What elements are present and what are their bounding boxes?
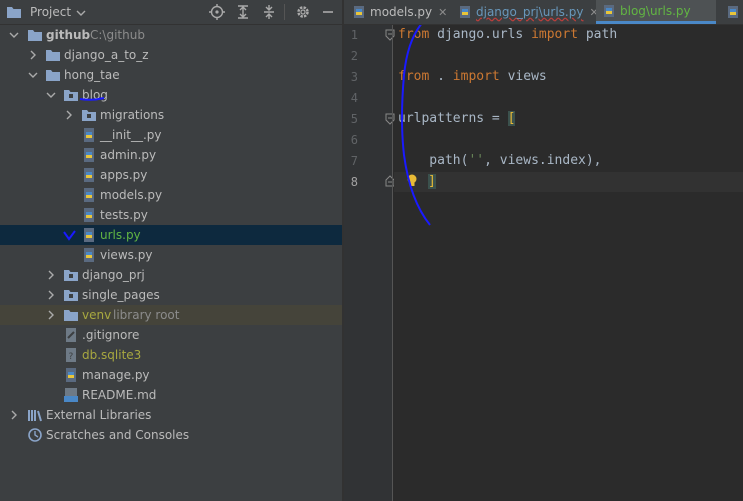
python-file-icon <box>66 368 76 382</box>
tree-item-label: manage.py <box>82 368 150 382</box>
python-file-icon <box>604 4 614 17</box>
close-icon[interactable]: ✕ <box>438 6 447 19</box>
editor-tab-bar: models.py ✕ django_prj\urls.py ✕ blog\ur… <box>344 0 743 25</box>
chevron-right-icon[interactable] <box>46 310 56 320</box>
line-number: 6 <box>350 133 358 147</box>
tree-item-label: .gitignore <box>82 328 140 342</box>
tree-item-scratches-and-consoles[interactable]: Scratches and Consoles <box>0 425 342 445</box>
package-folder-icon <box>64 270 78 281</box>
tab-label: django_prj\urls.py <box>476 5 584 19</box>
handwritten-annotation <box>63 97 105 241</box>
unknown-file-icon: ? <box>66 348 76 362</box>
library-icon <box>28 410 42 422</box>
tree-item-manage-py[interactable]: manage.py <box>0 365 342 385</box>
project-panel: Project github C:\github django_a_to_z h… <box>0 0 342 501</box>
tree-item-label: External Libraries <box>46 408 152 422</box>
python-file-icon <box>354 6 364 18</box>
keyword: import <box>452 69 500 84</box>
svg-text:?: ? <box>69 352 74 362</box>
scratches-icon <box>28 428 42 442</box>
line-number: 1 <box>350 28 358 42</box>
line-number: 3 <box>350 70 358 84</box>
tab-label: blog\urls.py <box>620 3 691 18</box>
keyword: import <box>531 27 579 42</box>
line-number: 2 <box>350 49 358 63</box>
chevron-right-icon[interactable] <box>46 270 56 280</box>
tree-item-readme-md[interactable]: README.md <box>0 385 342 405</box>
ignore-file-icon <box>66 328 76 342</box>
tree-item-external-libraries[interactable]: External Libraries <box>0 405 342 425</box>
tab-label: models.py <box>370 5 433 19</box>
tree-item-venv[interactable]: venv library root <box>0 305 342 325</box>
tree-item-label: venv <box>82 308 112 322</box>
bracket: [ <box>507 111 516 126</box>
gutter-separator <box>392 25 393 501</box>
tree-item-django-prj[interactable]: django_prj <box>0 265 342 285</box>
library-root-hint: library root <box>113 308 180 322</box>
tab-models-py[interactable]: models.py ✕ <box>352 0 447 24</box>
tree-item-label: Scratches and Consoles <box>46 428 190 442</box>
python-file-icon <box>460 6 470 18</box>
chevron-right-icon[interactable] <box>46 290 56 300</box>
call-rest: , views.index), <box>484 153 602 168</box>
folder-icon <box>64 310 78 321</box>
line-number: 5 <box>350 112 358 126</box>
line-number: 7 <box>350 154 358 168</box>
line-number: 8 <box>350 175 358 189</box>
editor-pane: models.py ✕ django_prj\urls.py ✕ blog\ur… <box>344 0 743 501</box>
line-number-gutter: 1 2 3 4 5 6 7 8 <box>344 25 395 501</box>
tree-item-label: django_prj <box>82 268 145 282</box>
tab-django-prj-urls-py[interactable]: django_prj\urls.py ✕ <box>458 0 599 24</box>
handwritten-annotation <box>401 25 431 226</box>
tree-item-gitignore[interactable]: .gitignore <box>0 325 342 345</box>
python-file-icon <box>728 6 738 18</box>
import-name: views <box>499 69 547 84</box>
tree-item-label: single_pages <box>82 288 160 302</box>
tree-item-db-sqlite3[interactable]: ? db.sqlite3 <box>0 345 342 365</box>
tree-item-label: db.sqlite3 <box>82 348 142 362</box>
string-literal: '' <box>468 153 485 168</box>
chevron-right-icon[interactable] <box>9 410 19 420</box>
tree-item-single-pages[interactable]: single_pages <box>0 285 342 305</box>
package-folder-icon <box>64 290 78 301</box>
code-area[interactable]: from django.urls import path from . impo… <box>394 25 743 501</box>
tab-blog-urls-py[interactable]: blog\urls.py <box>596 0 716 24</box>
markdown-file-icon <box>64 388 78 402</box>
import-name: path <box>578 27 618 42</box>
tree-item-label: README.md <box>82 388 157 402</box>
line-number: 4 <box>350 91 358 105</box>
